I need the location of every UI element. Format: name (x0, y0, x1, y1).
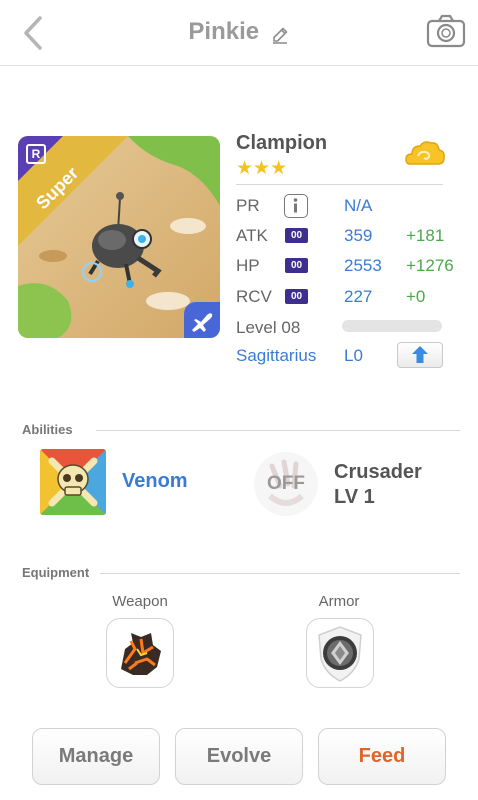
skull-crossbones-icon (40, 449, 106, 515)
pencil-icon (272, 27, 287, 44)
arrow-up-icon (412, 346, 428, 363)
stat-row-atk: ATK 00 359 +181 (236, 224, 476, 250)
level-label: Level 08 (236, 318, 301, 337)
pr-info-button[interactable] (284, 194, 308, 218)
class-badge (184, 302, 220, 338)
stat-row-rcv: RCV 00 227 +0 (236, 285, 476, 311)
airplane-icon (192, 313, 213, 332)
atk-label: ATK (236, 226, 268, 245)
title-area: Pinkie (0, 18, 478, 46)
ability-off-label: OFF (267, 473, 305, 494)
camera-button[interactable] (426, 14, 466, 48)
rarity-badge: R (26, 144, 46, 164)
feed-button[interactable]: Feed (318, 728, 446, 785)
camera-icon (426, 14, 466, 48)
shield-icon (318, 626, 362, 682)
rename-button[interactable] (270, 25, 290, 45)
rcv-bonus: +0 (406, 287, 426, 306)
page-title: Pinkie (188, 18, 260, 45)
level-progress-bar (342, 320, 442, 332)
stat-row-pr: PR N/A (236, 194, 476, 220)
top-bar: Pinkie (0, 0, 478, 66)
rcv-plus-badge: 00 (285, 289, 308, 304)
rcv-label: RCV (236, 287, 272, 306)
pr-label: PR (236, 196, 260, 215)
element-badge (404, 138, 446, 172)
info-icon (293, 198, 298, 213)
equipment-divider (100, 573, 460, 574)
stat-row-hp: HP 00 2553 +1276 (236, 254, 476, 280)
hp-label: HP (236, 256, 260, 275)
ability-crusader-text[interactable]: Crusader LV 1 (334, 460, 422, 510)
rcv-value: 227 (344, 287, 373, 306)
monster-card[interactable]: R Super (18, 136, 220, 338)
ability-crusader-level: LV 1 (334, 486, 375, 508)
hp-plus-badge: 00 (285, 258, 308, 273)
info-divider (236, 184, 443, 185)
cloud-icon (405, 141, 445, 165)
lava-rock-icon (121, 633, 161, 675)
ability-venom-name[interactable]: Venom (122, 470, 188, 493)
atk-bonus: +181 (406, 226, 445, 245)
zodiac-upgrade-button[interactable] (397, 342, 443, 368)
star-rating: ★★★ (236, 158, 288, 179)
atk-value: 359 (344, 226, 373, 245)
ability-crusader-icon-tile[interactable]: OFF (254, 452, 318, 516)
pr-value: N/A (344, 196, 373, 215)
ability-crusader-name: Crusader (334, 461, 422, 483)
zodiac-name[interactable]: Sagittarius (236, 346, 316, 366)
zodiac-level: L0 (344, 346, 363, 365)
armor-label: Armor (318, 593, 360, 610)
abilities-divider (96, 430, 460, 431)
evolve-button[interactable]: Evolve (175, 728, 303, 785)
hp-value: 2553 (344, 256, 382, 275)
weapon-slot[interactable] (106, 618, 174, 688)
weapon-label: Weapon (112, 593, 168, 610)
monster-name: Clampion (236, 132, 328, 154)
ability-venom-icon-tile[interactable] (40, 449, 106, 515)
hp-bonus: +1276 (406, 256, 454, 275)
abilities-heading: Abilities (22, 422, 73, 437)
equipment-heading: Equipment (22, 565, 90, 580)
armor-slot[interactable] (306, 618, 374, 688)
atk-plus-badge: 00 (285, 228, 308, 243)
manage-button[interactable]: Manage (32, 728, 160, 785)
